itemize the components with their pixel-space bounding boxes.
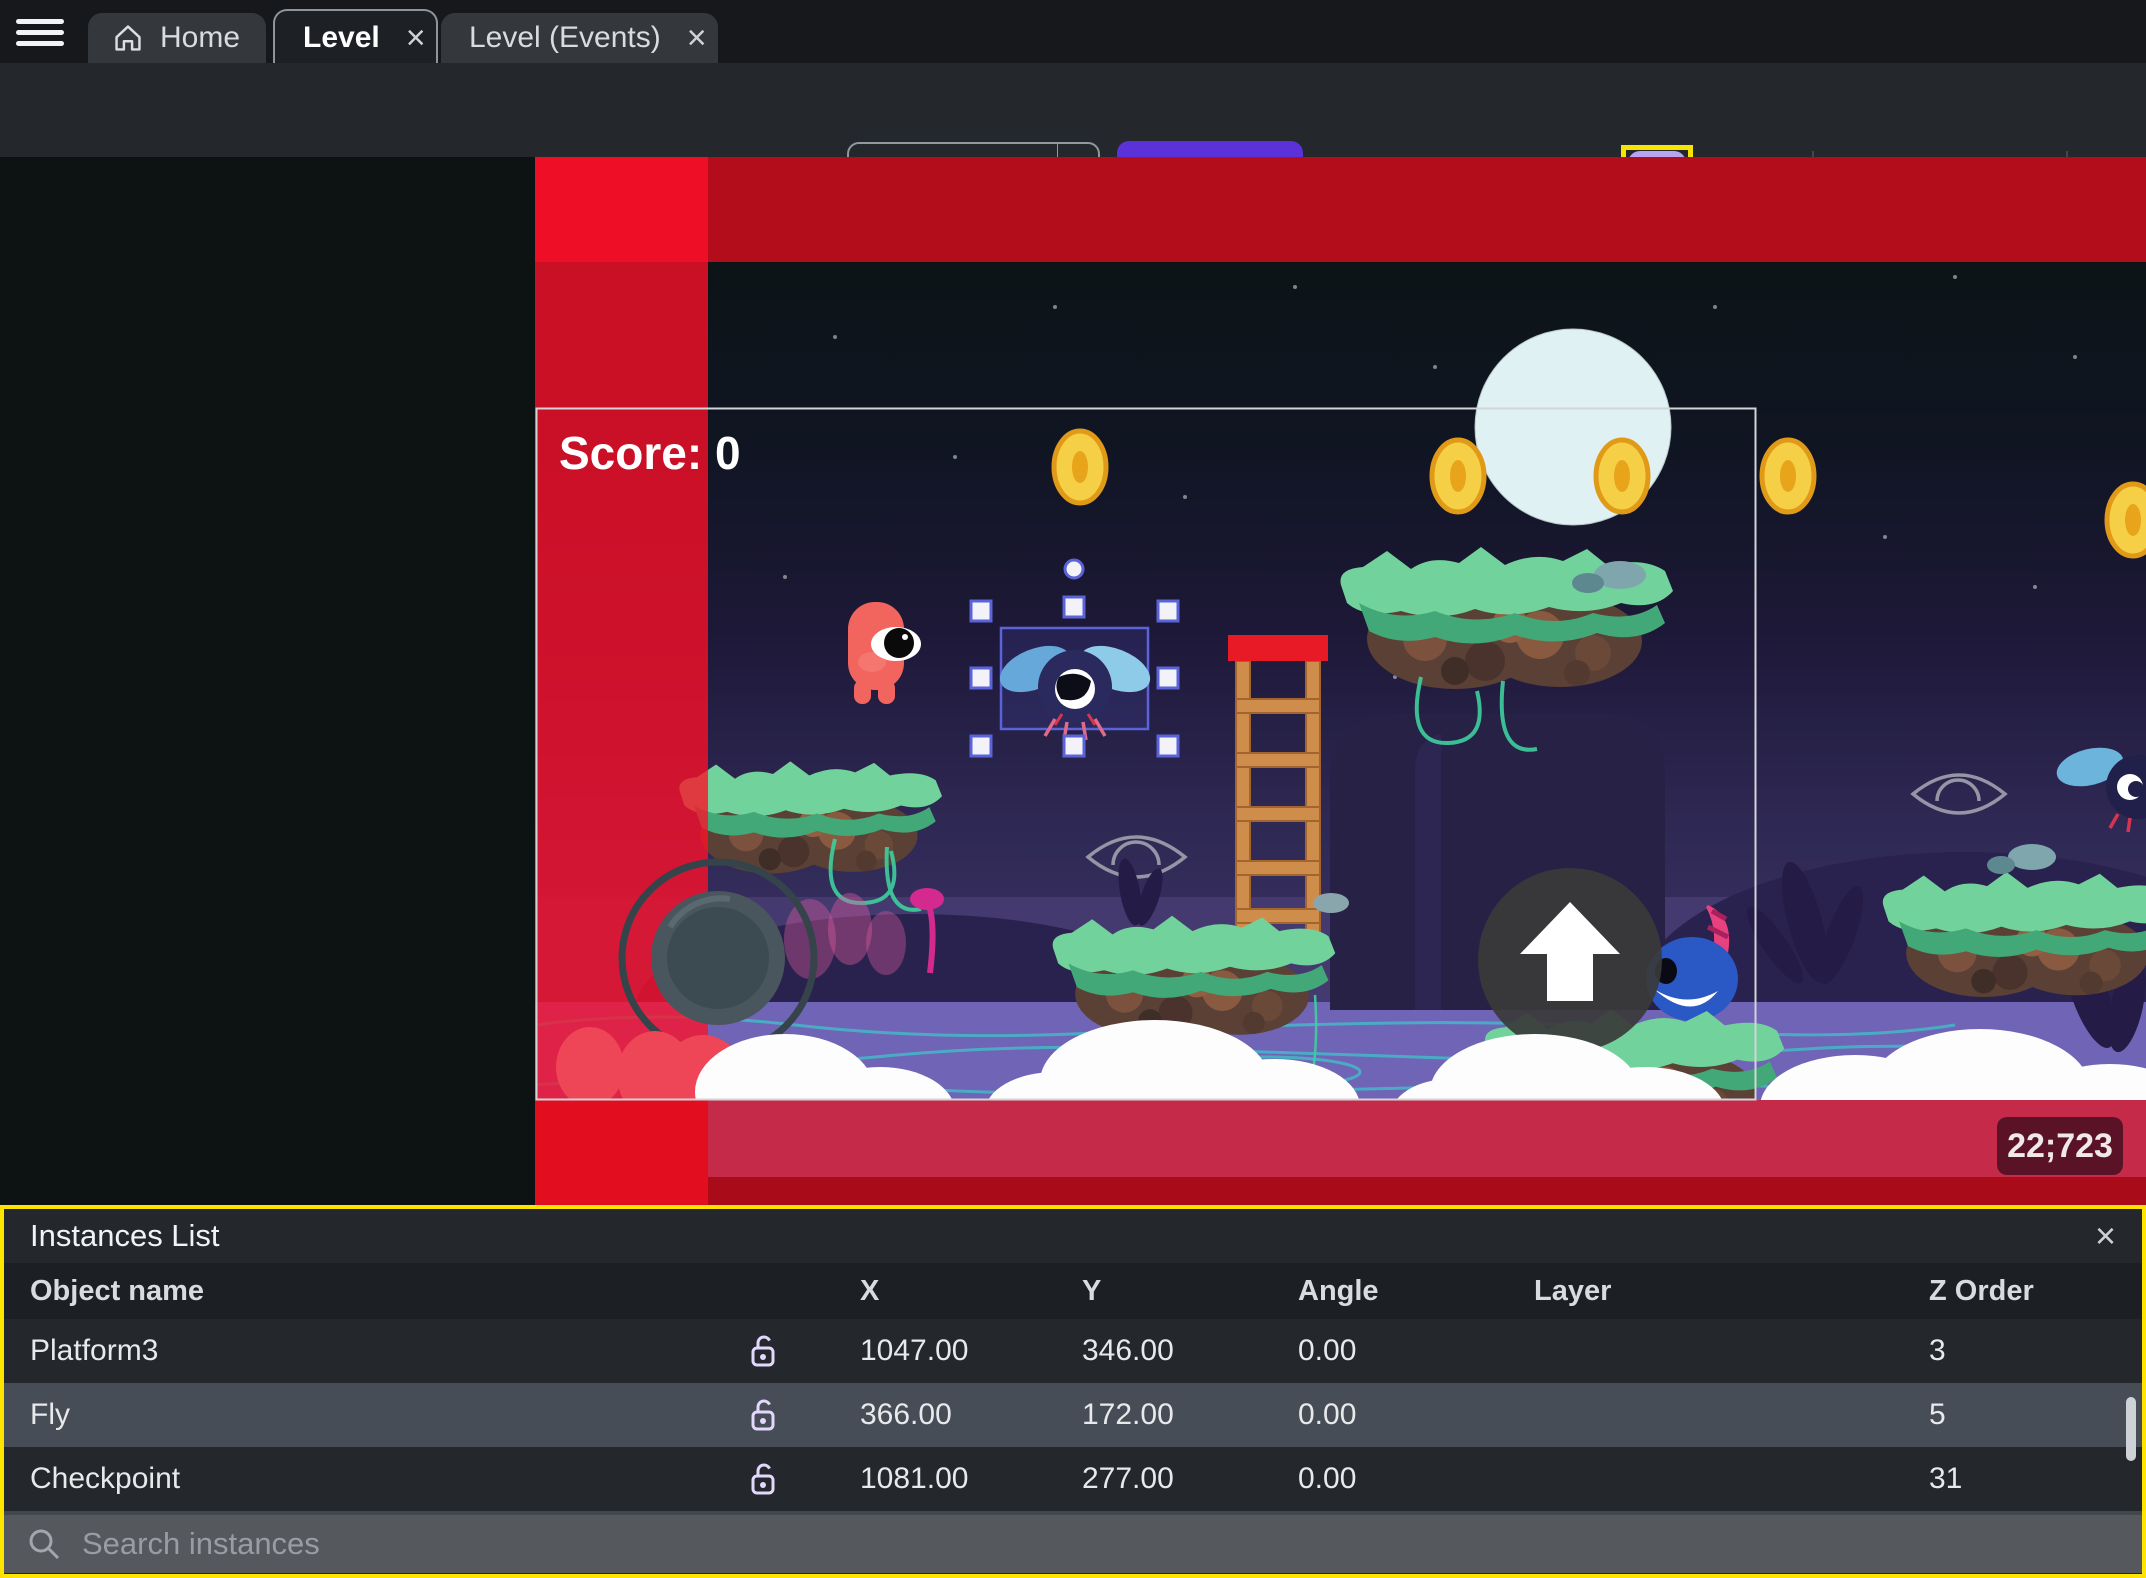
cell-z-order[interactable]: 31 <box>1929 1462 2142 1496</box>
gdevelop-editor-window: Home Level × Level (Events) × Score: 0 2… <box>0 0 2146 1578</box>
cell-angle[interactable]: 0.00 <box>1298 1462 1534 1496</box>
selected-fly-instance[interactable] <box>993 626 1157 741</box>
main-toolbar: Preview Publish <box>0 63 2146 219</box>
panel-scrollbar[interactable] <box>2126 1397 2136 1461</box>
cell-x[interactable]: 1047.00 <box>804 1334 1082 1368</box>
tab-level-events-close-icon[interactable]: × <box>687 21 707 55</box>
tab-bar: Home Level × Level (Events) × <box>0 0 2146 65</box>
cell-y[interactable]: 277.00 <box>1082 1462 1298 1496</box>
score-label: Score: 0 <box>559 427 741 479</box>
game-scene: Score: 0 22;723 <box>535 157 2146 1205</box>
tab-level-label: Level <box>303 21 380 54</box>
tab-level-close-icon[interactable]: × <box>406 21 426 55</box>
cell-x[interactable]: 366.00 <box>804 1398 1082 1432</box>
cell-angle[interactable]: 0.00 <box>1298 1398 1534 1432</box>
panel-title: Instances List <box>30 1218 220 1253</box>
instance-row-platform3[interactable]: Platform3 1047.00 346.00 0.00 3 <box>4 1319 2142 1383</box>
instance-row-fly-selected[interactable]: Fly 366.00 172.00 0.00 5 <box>4 1383 2142 1447</box>
jump-button <box>1478 868 1662 1052</box>
cell-object-name: Fly <box>30 1398 70 1431</box>
column-x: X <box>860 1274 880 1307</box>
instances-header-row: Object name X Y Angle Layer Z Order <box>4 1263 2142 1319</box>
svg-text:22;723: 22;723 <box>2007 1127 2113 1165</box>
cell-z-order[interactable]: 3 <box>1929 1334 2142 1368</box>
platform <box>1052 915 1336 1037</box>
tab-level-events[interactable]: Level (Events) × <box>441 13 718 63</box>
cell-z-order[interactable]: 5 <box>1929 1398 2142 1432</box>
panel-close-icon[interactable]: × <box>2095 1218 2116 1254</box>
column-z-order: Z Order <box>1929 1274 2034 1307</box>
scene-editor-canvas[interactable]: Score: 0 22;723 <box>0 157 2146 1205</box>
column-angle: Angle <box>1298 1274 1379 1307</box>
search-icon <box>29 1529 60 1560</box>
tab-home[interactable]: Home <box>88 13 266 63</box>
instance-row-checkpoint[interactable]: Checkpoint 1081.00 277.00 0.00 31 <box>4 1447 2142 1511</box>
cell-x[interactable]: 1081.00 <box>804 1462 1082 1496</box>
cell-y[interactable]: 346.00 <box>1082 1334 1298 1368</box>
platform <box>1882 872 2146 997</box>
search-bar <box>4 1515 2142 1573</box>
cell-object-name: Checkpoint <box>30 1462 181 1495</box>
tab-home-label: Home <box>160 21 241 54</box>
coordinates-badge: 22;723 <box>1997 1117 2123 1175</box>
unlock-icon[interactable] <box>722 1396 804 1434</box>
column-layer: Layer <box>1534 1274 1612 1307</box>
unlock-icon[interactable] <box>722 1332 804 1370</box>
column-y: Y <box>1082 1274 1102 1307</box>
menu-hamburger-icon[interactable] <box>16 13 64 51</box>
instances-list-panel: Instances List × Object name X Y Angle L… <box>0 1205 2146 1578</box>
cell-angle[interactable]: 0.00 <box>1298 1334 1534 1368</box>
platform <box>679 761 943 874</box>
cell-y[interactable]: 172.00 <box>1082 1398 1298 1432</box>
cell-object-name: Platform3 <box>30 1334 159 1367</box>
tab-level-events-label: Level (Events) <box>469 21 661 54</box>
search-input[interactable] <box>80 1525 2132 1563</box>
red-zone-top <box>535 157 2146 262</box>
home-icon <box>115 25 141 51</box>
unlock-icon[interactable] <box>722 1460 804 1498</box>
tab-level[interactable]: Level × <box>273 9 438 65</box>
column-object-name: Object name <box>30 1274 205 1307</box>
